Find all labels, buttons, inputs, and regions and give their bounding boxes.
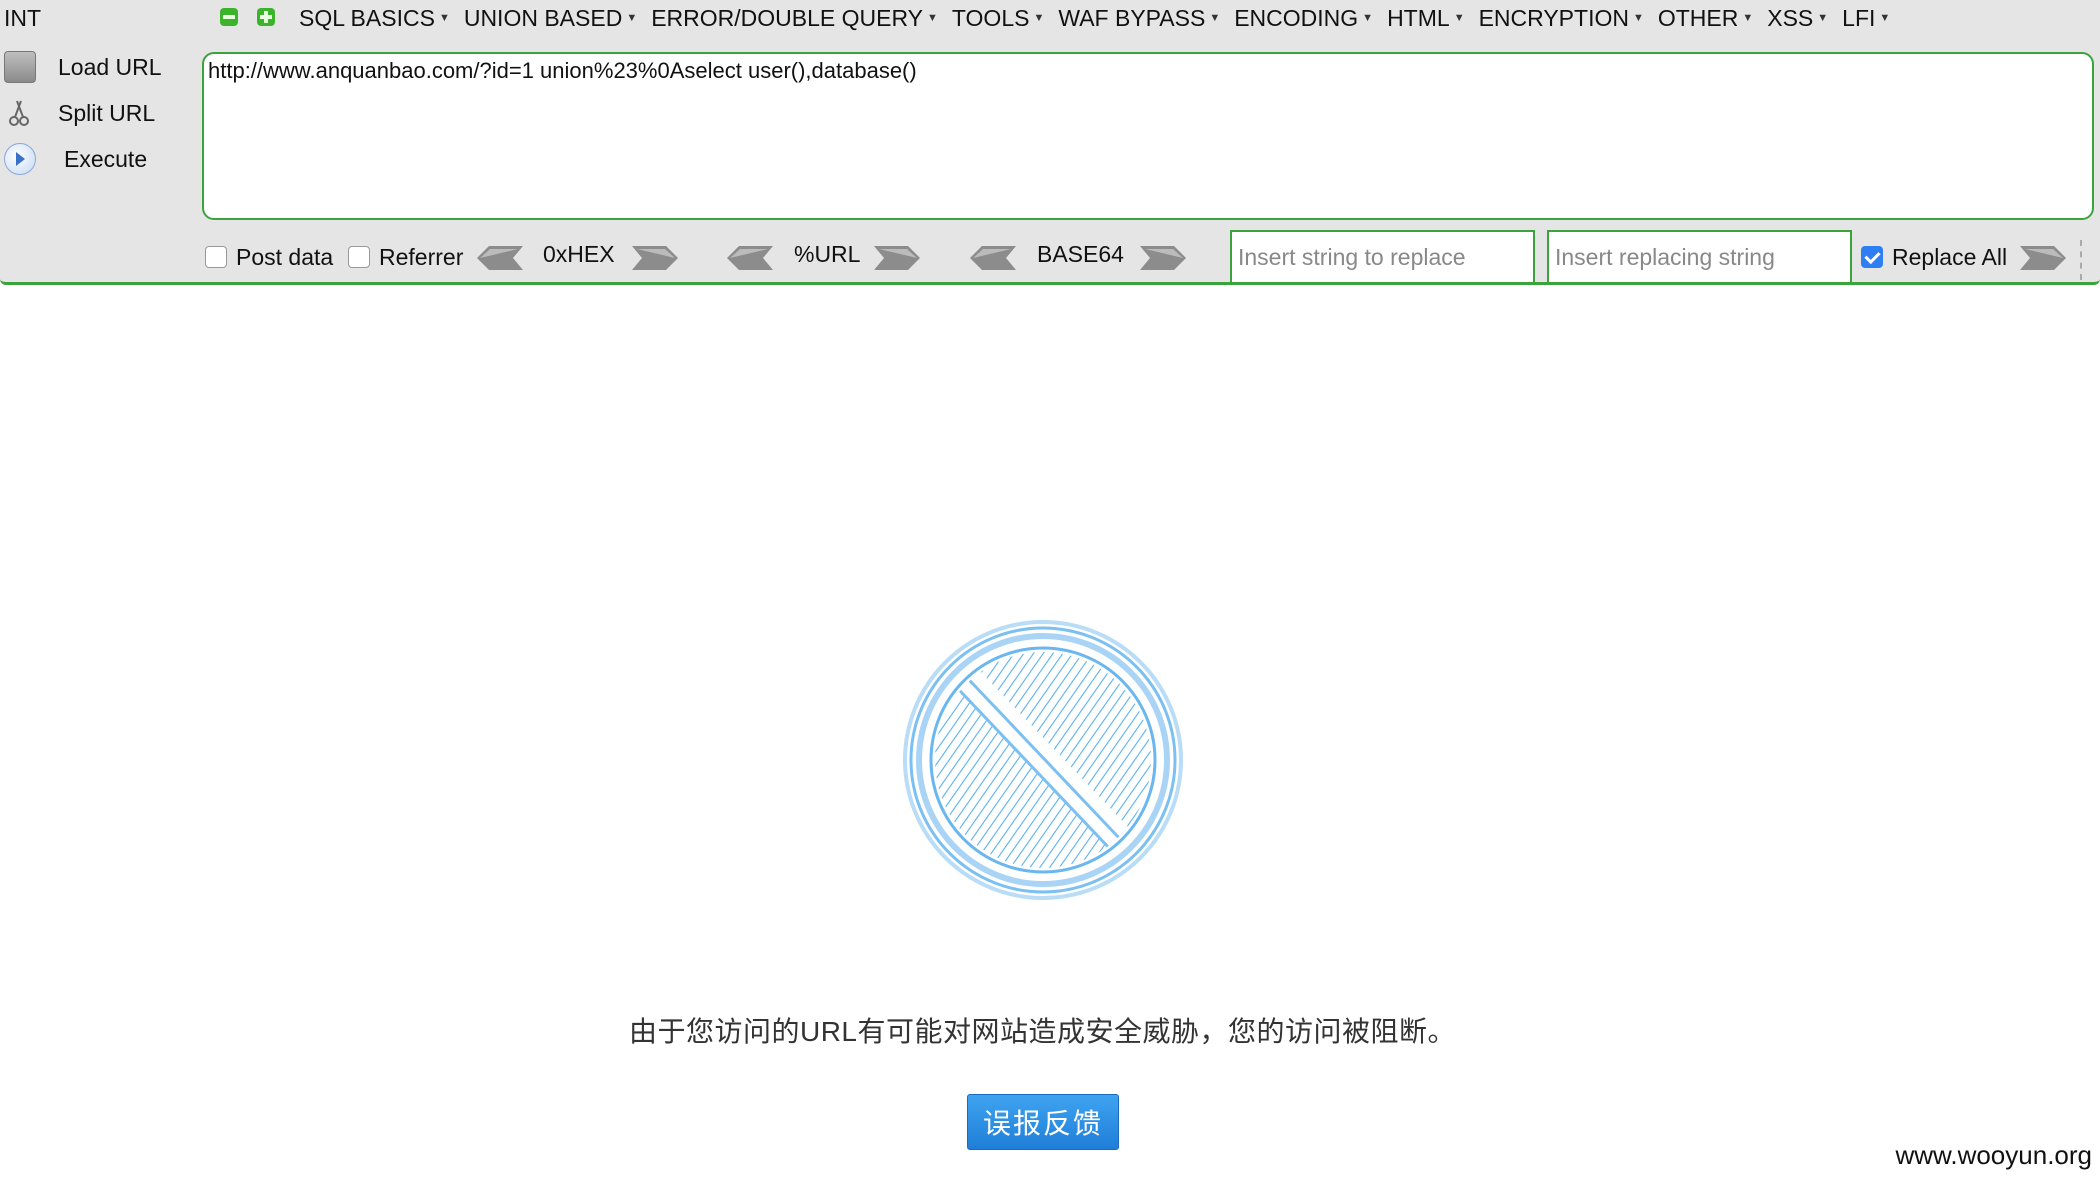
menu-encoding[interactable]: ENCODING ▼ xyxy=(1227,4,1380,32)
menu-label: LFI xyxy=(1842,4,1876,31)
menu-sql-basics[interactable]: SQL BASICS ▼ xyxy=(292,4,457,32)
caret-down-icon: ▼ xyxy=(1453,12,1465,24)
url-encode-label: %URL xyxy=(794,241,861,267)
caret-down-icon: ▼ xyxy=(927,12,938,24)
replace-go-arrow-icon[interactable] xyxy=(2020,244,2066,272)
execute-button[interactable]: Execute xyxy=(0,140,190,178)
menu-xss[interactable]: XSS ▼ xyxy=(1760,4,1835,32)
watermark: www.wooyun.org xyxy=(1895,1140,2092,1170)
load-url-label: Load URL xyxy=(58,53,162,80)
menu-label: WAF BYPASS xyxy=(1058,4,1206,31)
block-message: 由于您访问的URL有可能对网站造成安全威胁，您的访问被阻断。 xyxy=(628,1016,1457,1047)
caret-down-icon: ▼ xyxy=(1632,12,1644,24)
menu-label: HTML xyxy=(1387,4,1450,31)
hackbar-menubar: INT SQL BASICS ▼ UNION BASED ▼ ERROR/DOUBL… xyxy=(0,0,2100,36)
menu-error-double-query[interactable]: ERROR/DOUBLE QUERY ▼ xyxy=(644,4,945,32)
caret-down-icon: ▼ xyxy=(438,12,450,24)
hackbar-toolbar: INT SQL BASICS ▼ UNION BASED ▼ ERROR/DOUBL… xyxy=(0,0,2100,285)
false-positive-report-button[interactable]: 误报反馈 xyxy=(967,1094,1119,1150)
url-decode-arrow-icon[interactable] xyxy=(727,244,773,272)
referrer-checkbox[interactable] xyxy=(348,246,370,268)
hex-encode-arrow-icon[interactable] xyxy=(632,244,678,272)
menu-waf-bypass[interactable]: WAF BYPASS ▼ xyxy=(1051,4,1227,32)
decrease-icon[interactable] xyxy=(220,8,238,26)
menu-label: TOOLS xyxy=(951,4,1030,31)
caret-down-icon: ▼ xyxy=(626,12,638,24)
menu-label: ENCRYPTION xyxy=(1478,4,1629,31)
split-url-label: Split URL xyxy=(58,99,156,126)
menu-items: SQL BASICS ▼ UNION BASED ▼ ERROR/DOUBLE QU… xyxy=(292,4,1897,32)
scissors-icon xyxy=(4,98,34,128)
menu-html[interactable]: HTML ▼ xyxy=(1380,4,1472,32)
menu-label: ERROR/DOUBLE QUERY xyxy=(651,4,924,31)
replace-all-label: Replace All xyxy=(1892,244,2008,270)
printer-icon xyxy=(4,51,36,83)
menu-label: ENCODING xyxy=(1234,4,1359,31)
base64-encode-arrow-icon[interactable] xyxy=(1140,244,1186,272)
toolbar-overflow-handle[interactable] xyxy=(2080,240,2096,280)
find-string-input[interactable]: Insert string to replace xyxy=(1230,230,1535,284)
increase-icon[interactable] xyxy=(257,8,275,26)
menu-lfi[interactable]: LFI ▼ xyxy=(1835,4,1897,32)
menu-encryption[interactable]: ENCRYPTION ▼ xyxy=(1472,4,1651,32)
menu-union-based[interactable]: UNION BASED ▼ xyxy=(457,4,644,32)
menu-label: OTHER xyxy=(1657,4,1739,31)
replace-string-input[interactable]: Insert replacing string xyxy=(1547,230,1852,284)
menu-other[interactable]: OTHER ▼ xyxy=(1651,4,1760,32)
menu-label: SQL BASICS xyxy=(299,4,435,31)
caret-down-icon: ▼ xyxy=(1879,12,1891,24)
int-label: INT xyxy=(4,5,42,31)
post-data-checkbox[interactable] xyxy=(205,246,227,268)
caret-down-icon: ▼ xyxy=(1033,12,1045,24)
load-url-button[interactable]: Load URL xyxy=(0,48,190,86)
replace-all-checkbox[interactable] xyxy=(1861,246,1883,268)
caret-down-icon: ▼ xyxy=(1362,12,1374,24)
url-encode-arrow-icon[interactable] xyxy=(874,244,920,272)
caret-down-icon: ▼ xyxy=(1742,12,1754,24)
base64-decode-arrow-icon[interactable] xyxy=(970,244,1016,272)
hex-label: 0xHEX xyxy=(543,241,615,267)
menu-label: UNION BASED xyxy=(463,4,623,31)
hex-decode-arrow-icon[interactable] xyxy=(477,244,523,272)
base64-label: BASE64 xyxy=(1037,241,1124,267)
ban-icon xyxy=(900,620,1186,900)
menu-label: XSS xyxy=(1767,4,1814,31)
split-url-button[interactable]: Split URL xyxy=(0,94,190,132)
execute-label: Execute xyxy=(64,145,148,172)
caret-down-icon: ▼ xyxy=(1209,12,1221,24)
menu-tools[interactable]: TOOLS ▼ xyxy=(945,4,1051,32)
play-icon xyxy=(4,143,36,175)
caret-down-icon: ▼ xyxy=(1817,12,1829,24)
referrer-label: Referrer xyxy=(379,244,464,270)
url-input[interactable] xyxy=(202,52,2094,220)
post-data-label: Post data xyxy=(236,244,334,270)
